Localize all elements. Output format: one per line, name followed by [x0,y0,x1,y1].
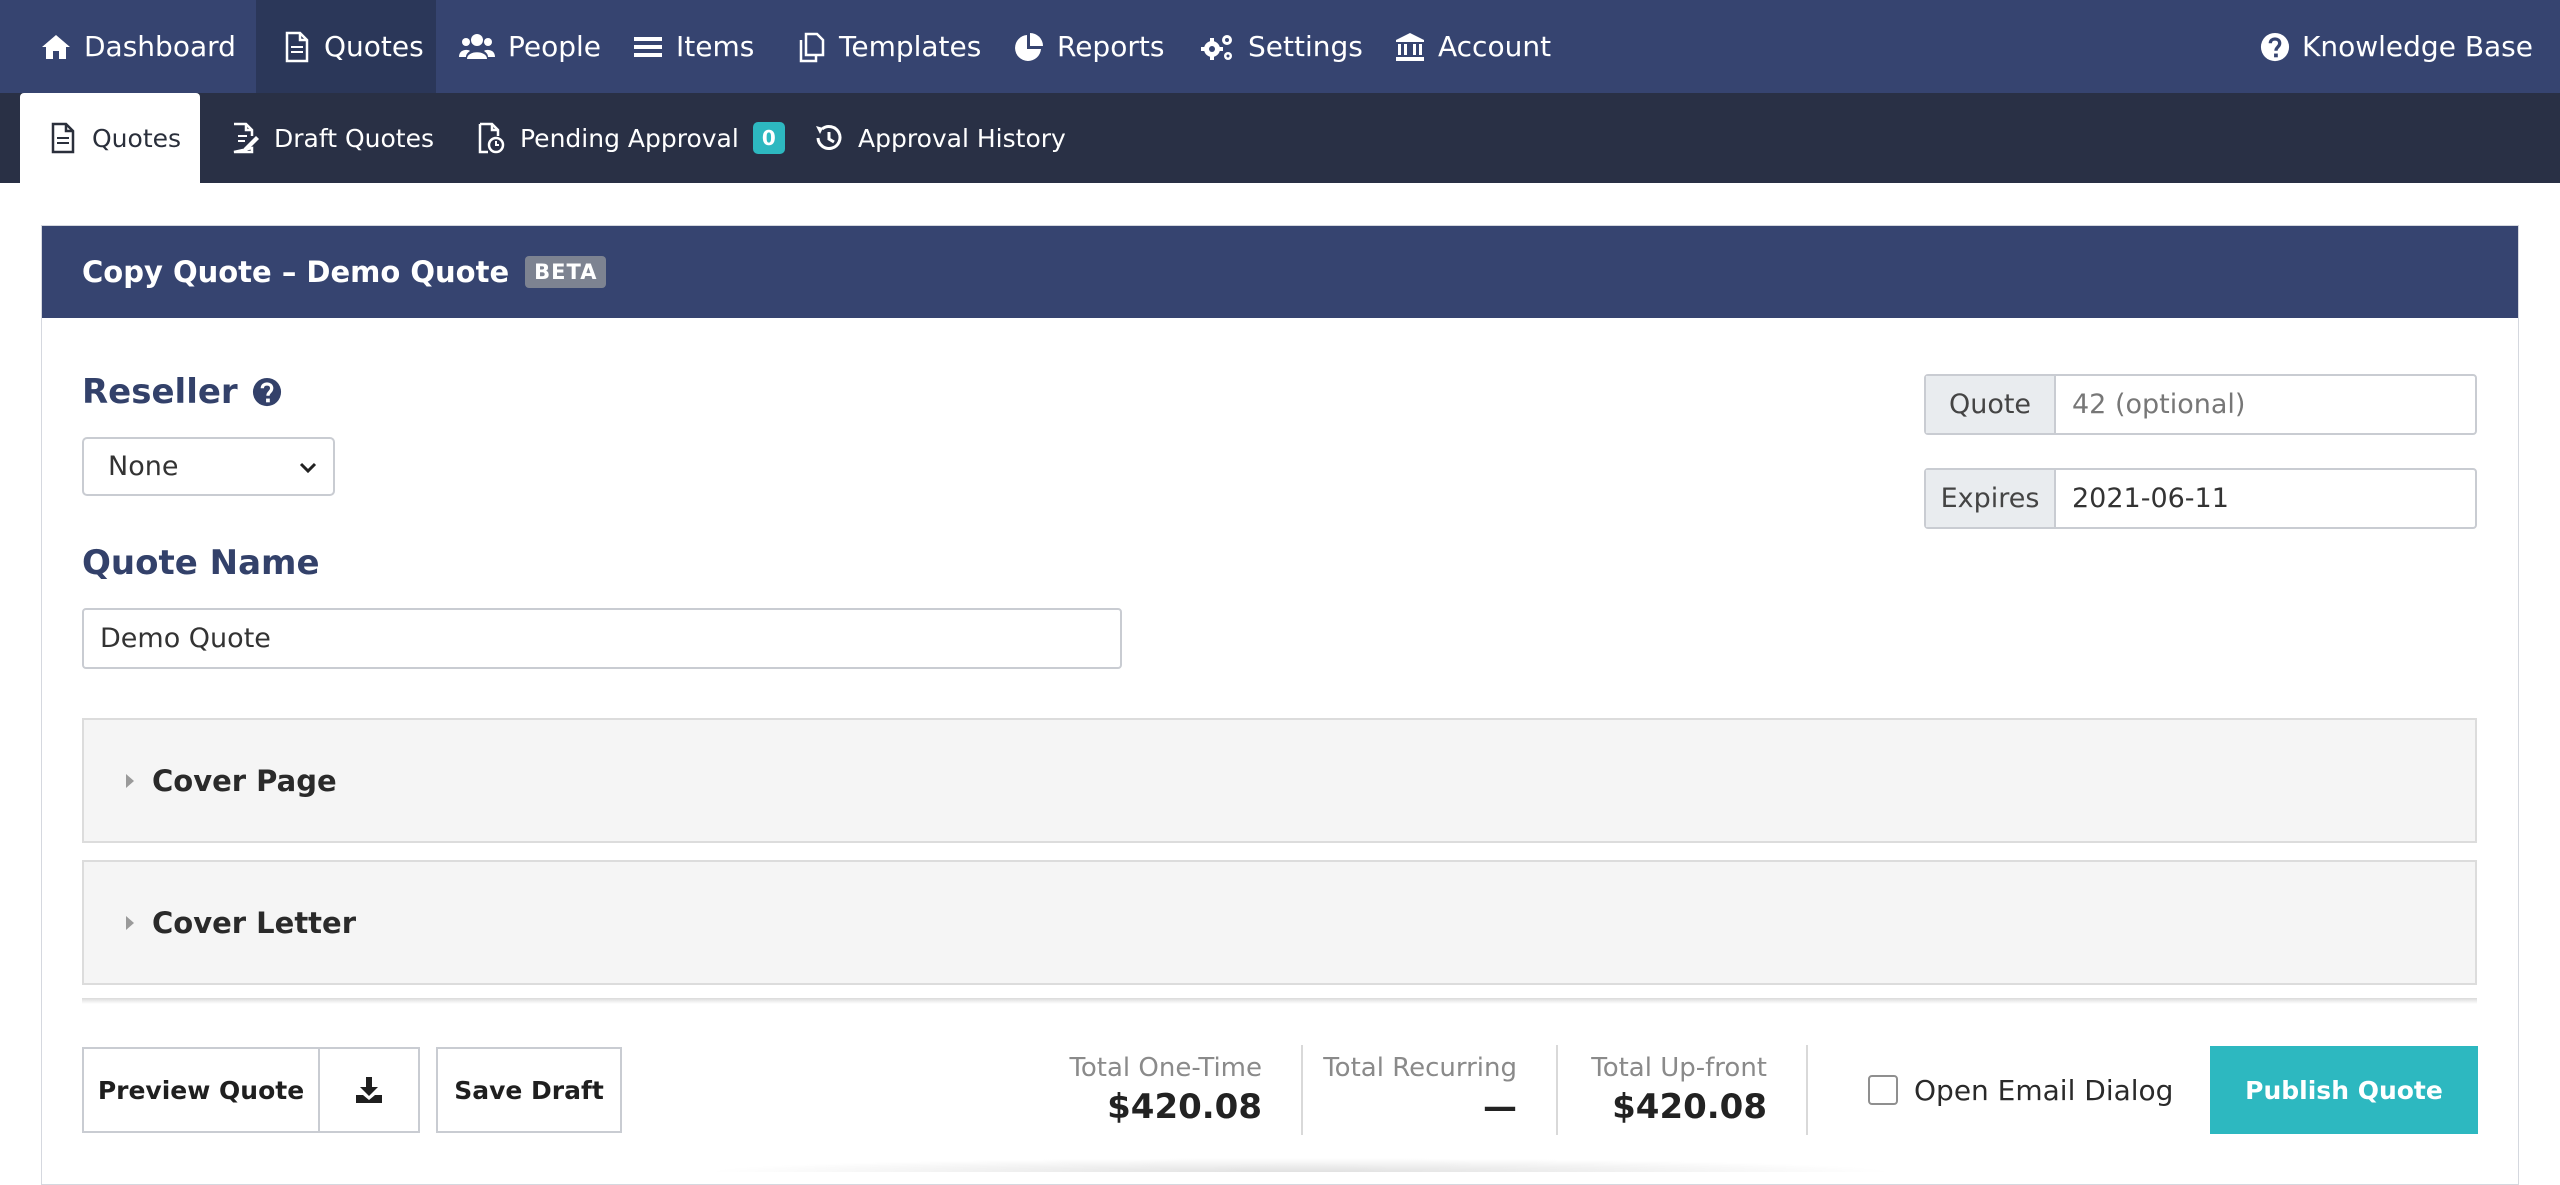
quote-number-group: Quote 42 (optional) [1924,374,2477,435]
subnav-item-label: Approval History [858,123,1066,153]
caret-right-icon [126,773,134,788]
total-one-time-label: Total One-Time [1069,1053,1262,1083]
expires-date-input[interactable]: 2021-06-11 [2056,470,2475,527]
bottom-shadow [700,1158,1900,1172]
total-recurring-value: — [1483,1087,1517,1127]
copy-quote-card: Copy Quote – Demo Quote BETA [41,225,2519,1185]
nav-item-label: Templates [839,30,982,63]
nav-item-quotes[interactable]: Quotes [256,0,436,93]
nav-item-people[interactable]: People [458,0,601,93]
subnav-item-approval-history[interactable]: Approval History [812,93,1066,183]
preview-quote-button[interactable]: Preview Quote [82,1047,320,1133]
clock-document-icon [478,122,505,154]
download-icon [356,1077,382,1103]
open-email-dialog-option[interactable]: Open Email Dialog [1868,1070,2173,1110]
expires-addon: Expires [1926,470,2056,527]
preview-quote-label: Preview Quote [97,1075,305,1105]
nav-item-label: People [508,30,602,63]
open-email-dialog-checkbox[interactable] [1868,1075,1898,1105]
quote-name-label-text: Quote Name [82,543,320,583]
list-icon [634,36,662,57]
section-title: Cover Letter [152,905,357,940]
nav-item-label: Quotes [324,30,424,63]
save-draft-label: Save Draft [454,1075,604,1105]
top-navigation: Dashboard Quotes People Items Templates … [0,0,2560,93]
nav-item-label: Account [1438,30,1552,63]
subnav-item-label: Quotes [92,123,182,153]
gears-icon [1201,34,1232,60]
nav-item-label: Items [676,30,755,63]
quote-name-value: Demo Quote [100,623,271,654]
divider [1806,1045,1808,1135]
divider [1301,1045,1303,1135]
document-icon [51,122,75,154]
quote-name-label: Quote Name [82,543,320,583]
help-icon[interactable] [252,377,282,407]
section-cover-letter[interactable]: Cover Letter [82,860,2477,985]
nav-item-knowledge-base[interactable]: Knowledge Base [2260,0,2533,93]
quote-number-addon: Quote [1926,376,2056,433]
document-icon [285,31,309,62]
open-email-dialog-label: Open Email Dialog [1914,1073,2174,1107]
section-divider [82,998,2477,1004]
nav-item-label: Reports [1057,30,1165,63]
copy-icon [799,32,825,62]
beta-badge: BETA [525,256,607,288]
nav-item-label: Dashboard [84,30,236,63]
subnav-item-pending-approval[interactable]: Pending Approval 0 [474,93,785,183]
total-recurring-label: Total Recurring [1323,1053,1517,1083]
card-header: Copy Quote – Demo Quote BETA [42,226,2518,318]
publish-quote-label: Publish Quote [2245,1075,2443,1105]
quote-name-input[interactable]: Demo Quote [82,608,1122,669]
publish-quote-button[interactable]: Publish Quote [2210,1046,2478,1134]
edit-document-icon [233,122,259,154]
nav-item-templates[interactable]: Templates [795,0,981,93]
total-upfront-label: Total Up-front [1591,1053,1767,1083]
nav-item-settings[interactable]: Settings [1200,0,1363,93]
sub-navigation: Quotes Draft Quotes Pending Approval 0 A… [0,93,2560,183]
pending-count-badge: 0 [752,122,785,154]
chevron-down-icon [299,462,317,474]
nav-item-reports[interactable]: Reports [1013,0,1164,93]
expires-group: Expires 2021-06-11 [1924,468,2477,529]
subnav-item-quotes[interactable]: Quotes [20,93,200,183]
history-icon [816,125,842,150]
divider [1556,1045,1558,1135]
nav-item-items[interactable]: Items [632,0,754,93]
section-cover-page[interactable]: Cover Page [82,718,2477,843]
nav-item-label: Settings [1248,30,1363,63]
download-button[interactable] [318,1047,420,1133]
nav-item-account[interactable]: Account [1394,0,1551,93]
reseller-label: Reseller [82,372,282,412]
bank-icon [1396,32,1424,61]
total-one-time: Total One-Time $420.08 [1069,1047,1262,1133]
question-circle-icon [2260,32,2290,61]
subnav-item-draft-quotes[interactable]: Draft Quotes [228,93,434,183]
home-icon [42,34,70,59]
reseller-label-text: Reseller [82,372,238,412]
total-recurring: Total Recurring — [1323,1047,1517,1133]
caret-right-icon [126,915,134,930]
page-title: Copy Quote – Demo Quote [82,255,510,289]
total-upfront: Total Up-front $420.08 [1591,1047,1767,1133]
reseller-select-value: None [108,451,179,482]
nav-item-label: Knowledge Base [2302,30,2533,63]
reseller-select[interactable]: None [82,437,335,496]
subnav-item-label: Draft Quotes [274,123,434,153]
nav-item-dashboard[interactable]: Dashboard [40,0,254,93]
total-one-time-value: $420.08 [1107,1087,1262,1127]
section-title: Cover Page [152,763,337,798]
subnav-item-label: Pending Approval [520,123,739,153]
pie-chart-icon [1015,32,1043,61]
users-icon [459,33,495,59]
quote-number-input[interactable]: 42 (optional) [2056,376,2475,433]
total-upfront-value: $420.08 [1612,1087,1767,1127]
save-draft-button[interactable]: Save Draft [436,1047,622,1133]
